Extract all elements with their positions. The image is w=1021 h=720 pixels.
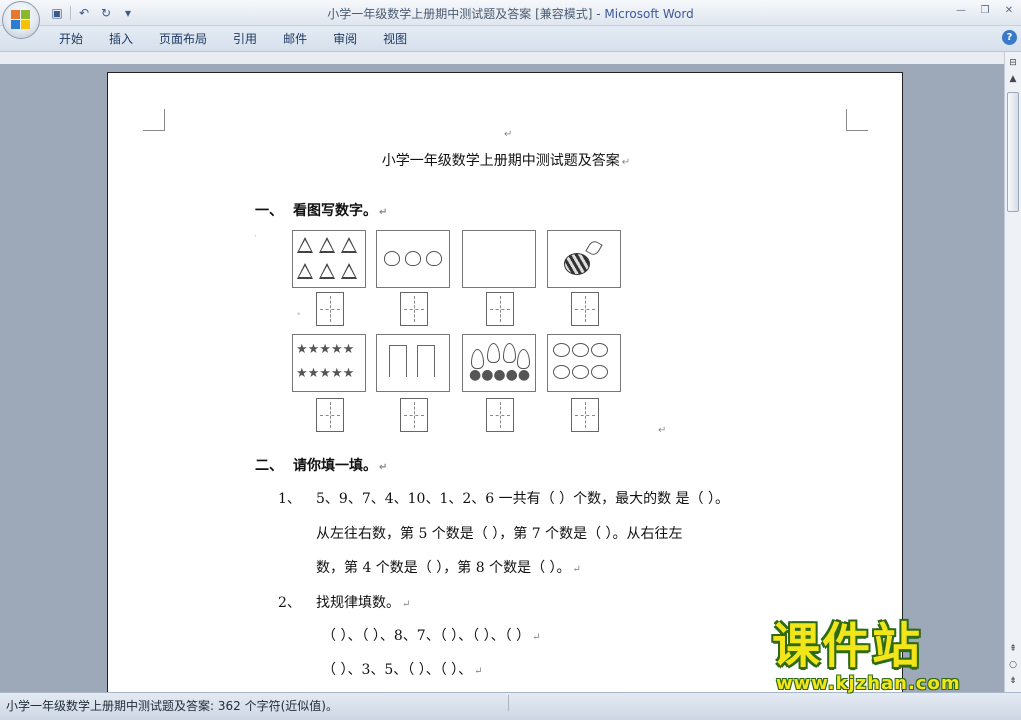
question-1-line-3: 数，第 4 个数是（ ），第 8 个数是（ ）。 ↵ — [316, 557, 581, 577]
tab-review[interactable]: 审阅 — [320, 30, 370, 48]
watermark-title: 课件站 — [772, 618, 923, 674]
apples-box — [376, 230, 450, 288]
window-title: 小学一年级数学上册期中测试题及答案 [兼容模式] - Microsoft Wor… — [0, 5, 1021, 22]
tab-home[interactable]: 开始 — [46, 30, 96, 48]
question-text: （ ）、（ ）、8、7、（ ）、（ ）、（ ） — [322, 628, 531, 644]
answer-box[interactable] — [400, 292, 428, 326]
title-bar: ▣ ↶ ↻ ▾ 小学一年级数学上册期中测试题及答案 [兼容模式] - Micro… — [0, 0, 1021, 26]
question-2-heading: 2、 找规律填数。 ↵ — [278, 592, 410, 612]
counting-picture: ' • ★★★★★ ★★★★★ ●●●●● — [254, 228, 644, 438]
tab-view[interactable]: 视图 — [370, 30, 420, 48]
empty-box — [462, 230, 536, 288]
document-title-text: 小学一年级数学上册期中测试题及答案 [兼容模式] - — [327, 7, 605, 21]
restore-icon[interactable]: ❐ — [973, 0, 997, 20]
paragraph-mark: ↵ — [504, 129, 513, 140]
tab-page-layout[interactable]: 页面布局 — [146, 30, 220, 48]
watermark-url: www.kjzhan.com — [776, 673, 961, 694]
ribbon-tabs: 开始 插入 页面布局 引用 邮件 审阅 视图 — [46, 30, 420, 48]
status-text: 小学一年级数学上册期中测试题及答案: 362 个字符(近似值)。 — [6, 699, 338, 713]
previous-page-icon[interactable]: ⇞ — [1006, 642, 1020, 656]
peaches-box: ●●●●● — [462, 334, 536, 392]
question-number: 2、 — [278, 595, 301, 611]
tab-mailings[interactable]: 邮件 — [270, 30, 320, 48]
question-text: 从左往右数，第 5 个数是（ ），第 7 个数是（ ）。从右往左 — [316, 526, 683, 542]
section-number: 二、 — [255, 458, 283, 474]
tab-references[interactable]: 引用 — [220, 30, 270, 48]
question-2-line-1: （ ）、（ ）、8、7、（ ）、（ ）、（ ） ↵ — [322, 625, 540, 645]
help-icon[interactable]: ? — [1002, 30, 1017, 45]
crop-mark-top-left — [143, 109, 165, 131]
window-controls: — ❐ ✕ — [949, 0, 1021, 20]
scan-speck: ' — [254, 234, 257, 244]
question-text: 数，第 4 个数是（ ），第 8 个数是（ ）。 — [316, 560, 571, 576]
next-page-icon[interactable]: ⇟ — [1006, 674, 1020, 688]
office-logo-icon — [11, 10, 31, 30]
question-number: 1、 — [278, 491, 301, 507]
section-title: 看图写数字。 — [293, 203, 377, 219]
paragraph-mark: ↵ — [621, 157, 631, 168]
question-text: （ ）、3、5、（ ）、（ ）、 — [322, 662, 473, 678]
paragraph-mark: ↵ — [402, 599, 411, 610]
question-1-line-1: 1、 5、9、7、4、10、1、2、6 一共有（ ）个数，最大的数 是（ ）。 — [278, 488, 729, 508]
app-name: Microsoft Word — [604, 7, 694, 21]
ruler-toggle-icon[interactable]: ⊟ — [1006, 56, 1020, 70]
document-workspace: ↵ 小学一年级数学上册期中测试题及答案 ↵ 一、 看图写数字。 ↵ ' • ★★… — [0, 52, 1004, 692]
answer-box[interactable] — [571, 292, 599, 326]
triangles-box — [292, 230, 366, 288]
stars-box: ★★★★★ ★★★★★ — [292, 334, 366, 392]
word-window: ▣ ↶ ↻ ▾ 小学一年级数学上册期中测试题及答案 [兼容模式] - Micro… — [0, 0, 1021, 720]
flags-box — [376, 334, 450, 392]
vertical-scrollbar[interactable]: ⊟ ▲ ⇞ ○ ⇟ — [1004, 52, 1021, 692]
section-2-heading: 二、 请你填一填。 ↵ — [255, 455, 387, 475]
document-heading-text: 小学一年级数学上册期中测试题及答案 — [381, 153, 620, 169]
status-separator — [508, 695, 509, 711]
question-text: 5、9、7、4、10、1、2、6 一共有（ ）个数，最大的数 是（ ）。 — [316, 491, 729, 507]
question-2-line-2: （ ）、3、5、（ ）、（ ）、 ↵ — [322, 659, 483, 679]
answer-box[interactable] — [316, 398, 344, 432]
question-text: 找规律填数。 — [316, 595, 400, 611]
paragraph-mark: ↵ — [532, 632, 541, 643]
paragraph-mark: ↵ — [379, 462, 388, 473]
answer-box[interactable] — [571, 398, 599, 432]
answer-box[interactable] — [400, 398, 428, 432]
section-title: 请你填一填。 — [293, 458, 377, 474]
scroll-thumb[interactable] — [1007, 92, 1019, 212]
site-watermark: 课件站 www.kjzhan.com — [770, 618, 1004, 694]
section-1-heading: 一、 看图写数字。 ↵ — [255, 200, 387, 220]
watermelon-box — [547, 230, 621, 288]
ribbon: 开始 插入 页面布局 引用 邮件 审阅 视图 ? — [0, 26, 1021, 52]
paragraph-mark: ↵ — [379, 207, 388, 218]
document-heading: 小学一年级数学上册期中测试题及答案 ↵ — [108, 150, 904, 170]
paragraph-mark: ↵ — [572, 564, 581, 575]
workspace-top-strip — [0, 52, 1004, 64]
tab-insert[interactable]: 插入 — [96, 30, 146, 48]
office-button[interactable] — [2, 1, 40, 39]
paragraph-mark: ↵ — [658, 425, 667, 436]
close-icon[interactable]: ✕ — [997, 0, 1021, 20]
question-1-line-2: 从左往右数，第 5 个数是（ ），第 7 个数是（ ）。从右往左 — [316, 523, 683, 543]
section-number: 一、 — [255, 203, 283, 219]
answer-box[interactable] — [316, 292, 344, 326]
document-page[interactable]: ↵ 小学一年级数学上册期中测试题及答案 ↵ 一、 看图写数字。 ↵ ' • ★★… — [107, 72, 903, 692]
circles-box — [547, 334, 621, 392]
paragraph-mark: ↵ — [474, 666, 483, 677]
minimize-icon[interactable]: — — [949, 0, 973, 20]
scan-speck: • — [296, 310, 302, 320]
answer-box[interactable] — [486, 398, 514, 432]
crop-mark-top-right — [846, 109, 868, 131]
status-bar: 小学一年级数学上册期中测试题及答案: 362 个字符(近似值)。 — [0, 692, 1021, 720]
scroll-up-icon[interactable]: ▲ — [1006, 72, 1020, 86]
select-browse-object-icon[interactable]: ○ — [1006, 658, 1020, 672]
answer-box[interactable] — [486, 292, 514, 326]
